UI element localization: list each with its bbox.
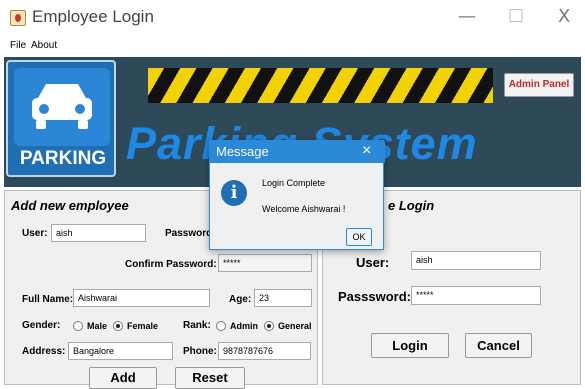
gender-label: Gender: bbox=[22, 320, 61, 331]
rank-admin-radio[interactable] bbox=[216, 321, 226, 331]
rank-admin-label: Admin bbox=[230, 321, 258, 331]
rank-general-label: General bbox=[278, 321, 312, 331]
login-button[interactable]: Login bbox=[371, 333, 449, 358]
rank-general-radio[interactable] bbox=[264, 321, 274, 331]
login-password-label: Passsword: bbox=[338, 289, 411, 304]
dialog-ok-button[interactable]: OK bbox=[346, 228, 372, 246]
menu-about[interactable]: About bbox=[31, 40, 57, 51]
confirm-password-input[interactable]: ***** bbox=[218, 254, 312, 272]
rank-label: Rank: bbox=[183, 320, 211, 331]
title-bar: Employee Login — ☐ X bbox=[0, 0, 585, 37]
message-dialog: Message × i Login Complete Welcome Aishw… bbox=[209, 140, 385, 250]
login-user-label: User: bbox=[356, 255, 390, 270]
hazard-stripe-banner bbox=[148, 68, 493, 103]
reset-button[interactable]: Reset bbox=[175, 367, 245, 389]
parking-logo: PARKING bbox=[6, 60, 116, 177]
phone-label: Phone: bbox=[183, 346, 217, 357]
car-icon bbox=[14, 68, 110, 146]
dialog-message-line1: Login Complete bbox=[262, 178, 326, 188]
fullname-input[interactable]: Aishwarai bbox=[73, 289, 210, 307]
dialog-title-bar: Message × bbox=[210, 141, 385, 163]
address-label: Address: bbox=[22, 346, 66, 357]
confirm-password-label: Confirm Password: bbox=[125, 259, 217, 270]
dialog-close-button[interactable]: × bbox=[362, 142, 371, 160]
login-user-input[interactable]: aish bbox=[411, 251, 541, 270]
info-icon: i bbox=[221, 180, 247, 206]
new-user-input[interactable]: aish bbox=[51, 224, 146, 242]
logo-label: PARKING bbox=[19, 148, 107, 169]
cancel-button[interactable]: Cancel bbox=[465, 333, 532, 358]
window-title: Employee Login bbox=[32, 7, 154, 26]
user-label: User: bbox=[22, 228, 48, 239]
gender-female-label: Female bbox=[127, 321, 159, 331]
login-password-input[interactable]: ***** bbox=[411, 286, 541, 305]
menu-bar: File About bbox=[0, 37, 585, 55]
phone-input[interactable]: 9878787676 bbox=[218, 342, 311, 360]
admin-panel-button[interactable]: Admin Panel bbox=[504, 73, 574, 97]
add-button[interactable]: Add bbox=[89, 367, 157, 389]
menu-file[interactable]: File bbox=[10, 40, 26, 51]
age-label: Age: bbox=[229, 294, 252, 305]
login-title: e Login bbox=[388, 198, 435, 213]
dialog-title: Message bbox=[216, 144, 269, 159]
add-employee-title: Add new employee bbox=[11, 198, 129, 213]
java-app-icon bbox=[10, 10, 26, 26]
fullname-label: Full Name: bbox=[22, 294, 74, 305]
address-input[interactable]: Bangalore bbox=[68, 342, 173, 360]
close-button[interactable]: X bbox=[558, 6, 570, 27]
maximize-button[interactable]: ☐ bbox=[508, 6, 524, 27]
gender-male-label: Male bbox=[87, 321, 108, 331]
minimize-button[interactable]: — bbox=[458, 6, 476, 27]
gender-male-radio[interactable] bbox=[73, 321, 83, 331]
dialog-message-line2: Welcome Aishwarai ! bbox=[262, 204, 346, 214]
age-input[interactable]: 23 bbox=[254, 289, 312, 307]
gender-female-radio[interactable] bbox=[113, 321, 123, 331]
password-label: Password: bbox=[165, 228, 216, 239]
